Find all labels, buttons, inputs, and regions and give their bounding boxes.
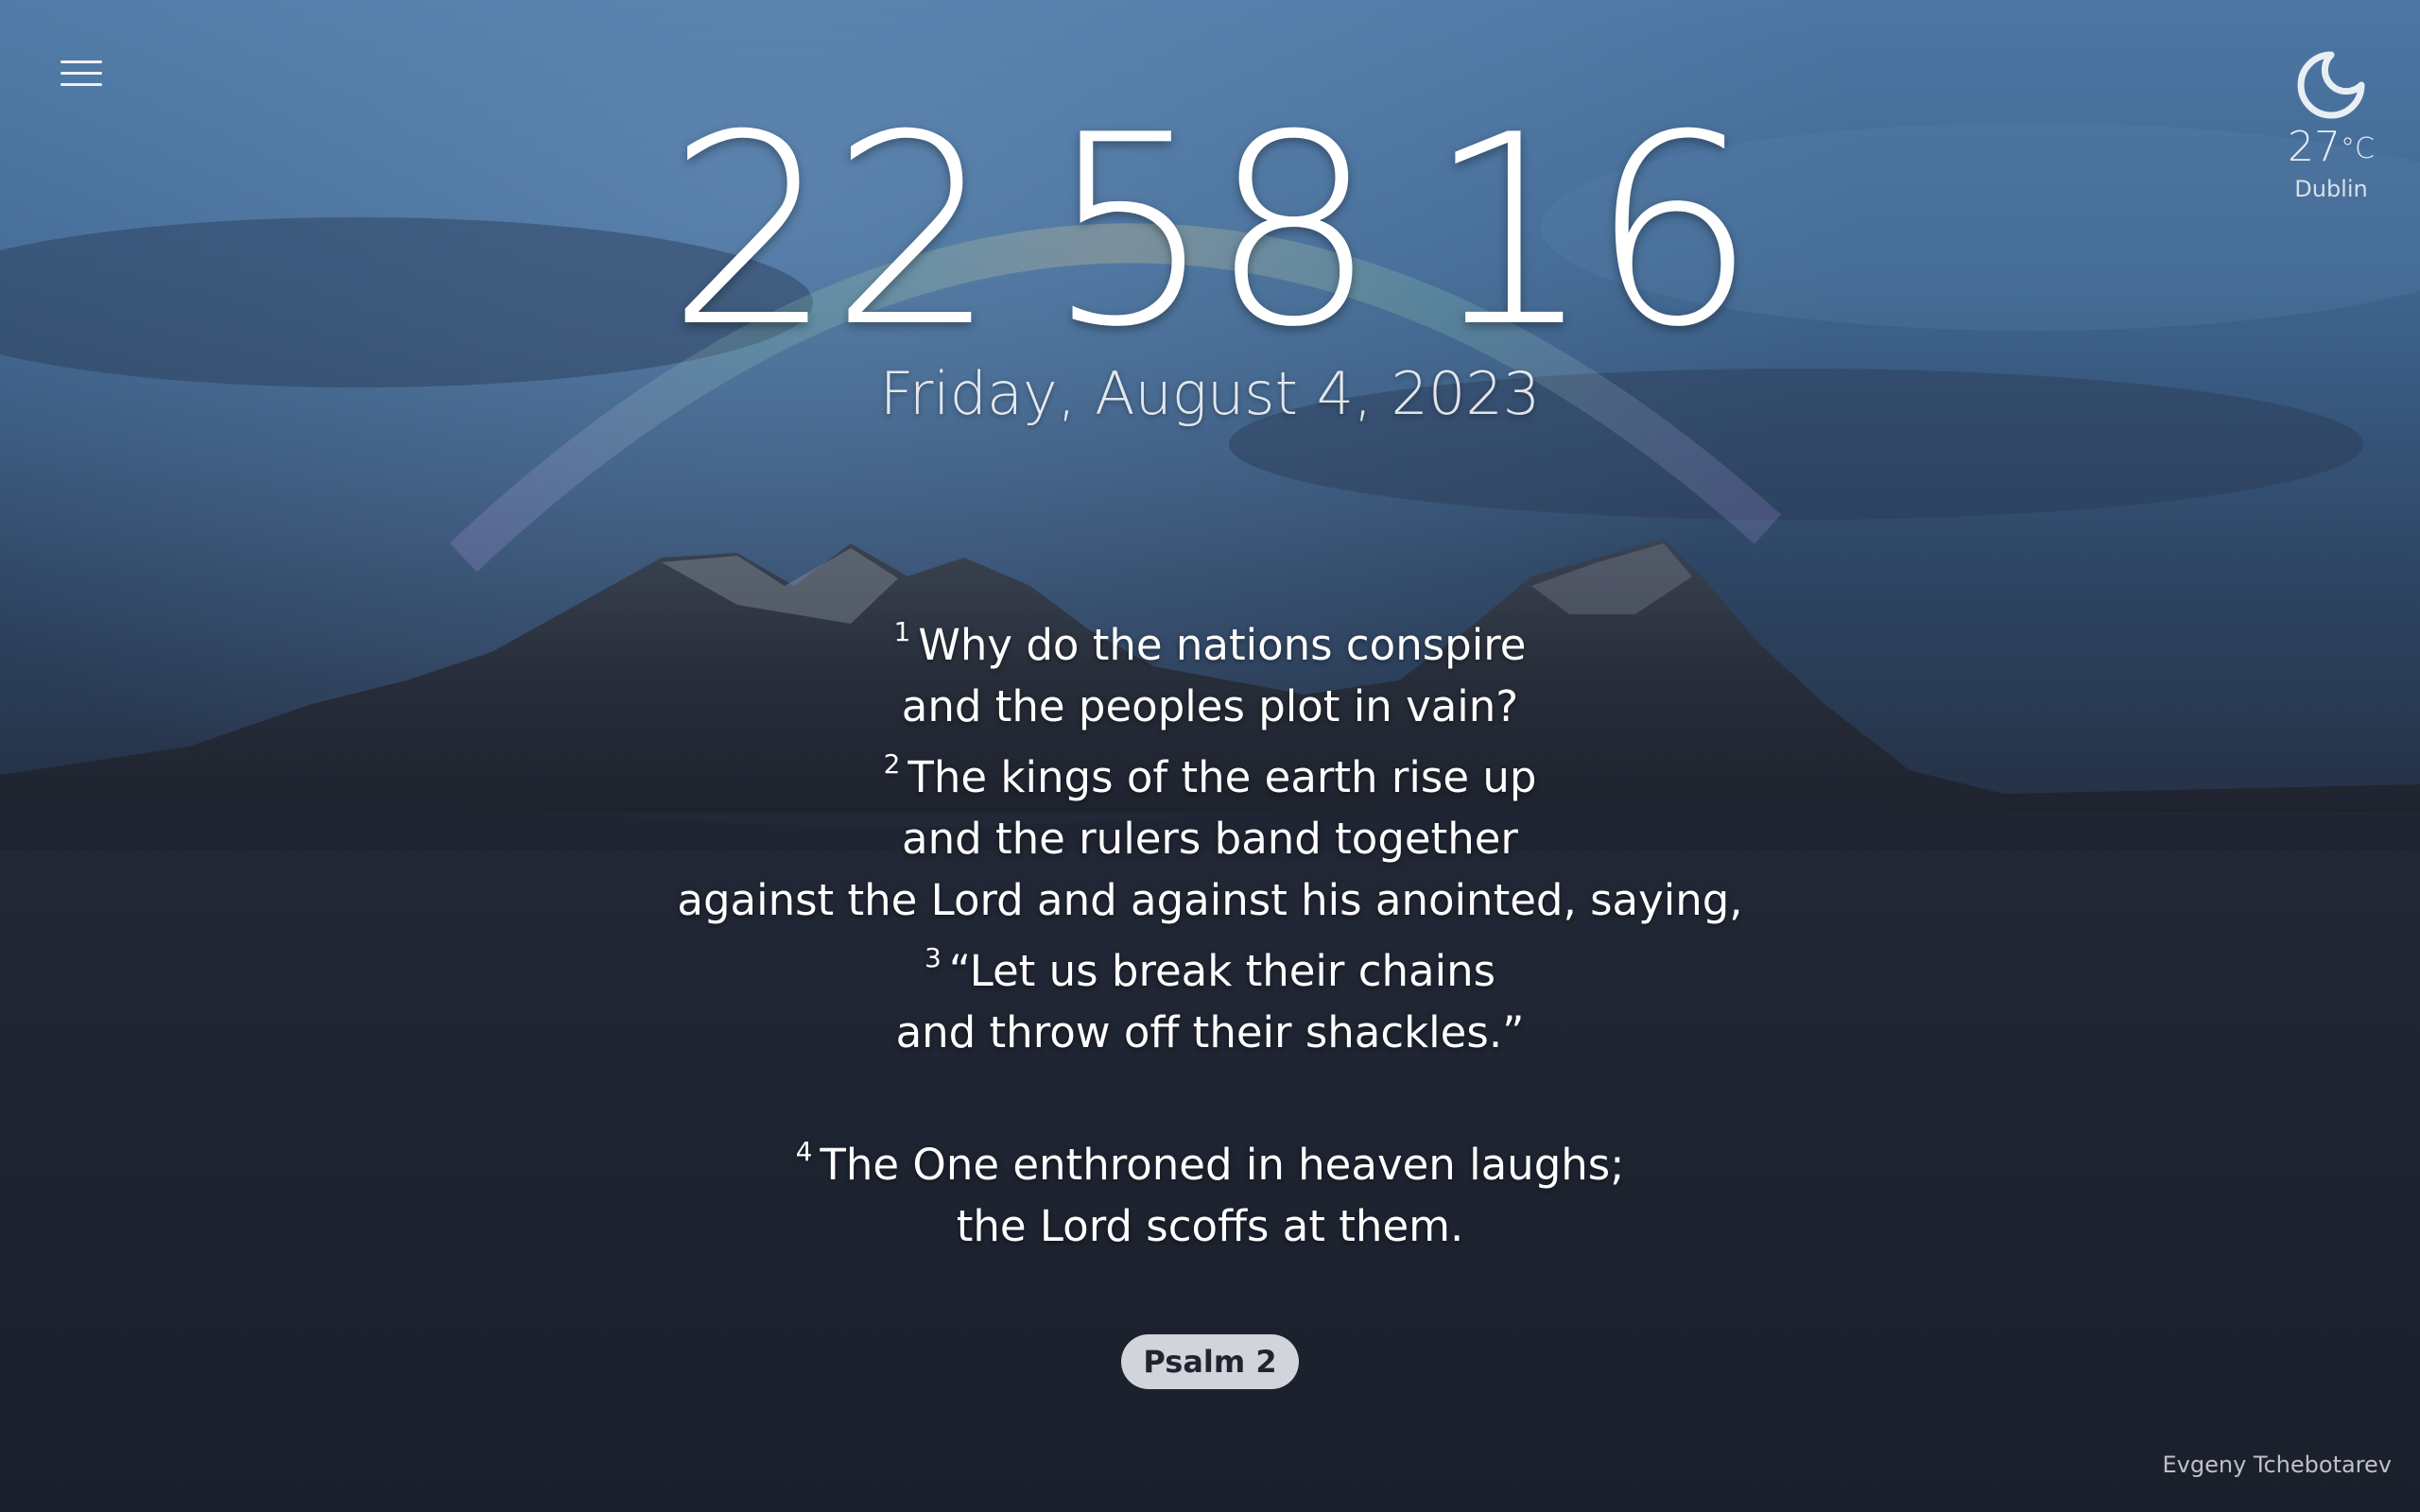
verse-number: 4 (795, 1136, 813, 1167)
verse-text: 1 Why do the nations conspire and the peop… (0, 605, 2420, 1246)
verse-line: and the peoples plot in vain? (0, 676, 2420, 737)
verse-number: 1 (893, 616, 911, 647)
verse-line-text: and the peoples plot in vain? (901, 681, 1519, 731)
verse-blank-line (0, 1063, 2420, 1125)
verse-number: 2 (883, 748, 901, 780)
verse-line: 1 Why do the nations conspire (0, 605, 2420, 676)
verse-line: 2 The kings of the earth rise up (0, 737, 2420, 808)
verse-line: 3 “Let us break their chains (0, 931, 2420, 1002)
verse-line-text: The One enthroned in heaven laughs; (820, 1140, 1625, 1190)
verse-line-text: against the Lord and against his anointe… (677, 875, 1743, 925)
clock-hours: 22 (666, 78, 997, 385)
verse-line-text: Why do the nations conspire (918, 620, 1527, 670)
verse-container: 1 Why do the nations conspire and the peop… (0, 605, 2420, 1246)
verse-line-text: The kings of the earth rise up (908, 752, 1537, 802)
clock-minutes: 58 (1046, 78, 1377, 385)
verse-line-text: and throw off their shackles.” (895, 1007, 1525, 1057)
clock: 22 58 16 Friday, August 4, 2023 (0, 94, 2420, 427)
verse-line-text: the Lord scoffs at them. (956, 1201, 1464, 1246)
clock-time: 22 58 16 (0, 94, 2420, 369)
verse-line-text: and the rulers band together (902, 814, 1518, 864)
menu-button[interactable] (55, 55, 108, 93)
hamburger-menu-icon (60, 60, 102, 63)
verse-line: and throw off their shackles.” (0, 1002, 2420, 1063)
verse-number: 3 (924, 942, 942, 973)
verse-reference-button[interactable]: Psalm 2 (1121, 1334, 1299, 1389)
verse-line: the Lord scoffs at them. (0, 1195, 2420, 1246)
photo-credit[interactable]: Evgeny Tchebotarev (2080, 1452, 2392, 1478)
verse-line: 4 The One enthroned in heaven laughs; (0, 1125, 2420, 1195)
clock-seconds: 16 (1426, 78, 1757, 385)
verse-line: against the Lord and against his anointe… (0, 869, 2420, 931)
clock-date: Friday, August 4, 2023 (879, 359, 1541, 428)
verse-line-text: “Let us break their chains (948, 946, 1496, 996)
verse-line: and the rulers band together (0, 808, 2420, 869)
